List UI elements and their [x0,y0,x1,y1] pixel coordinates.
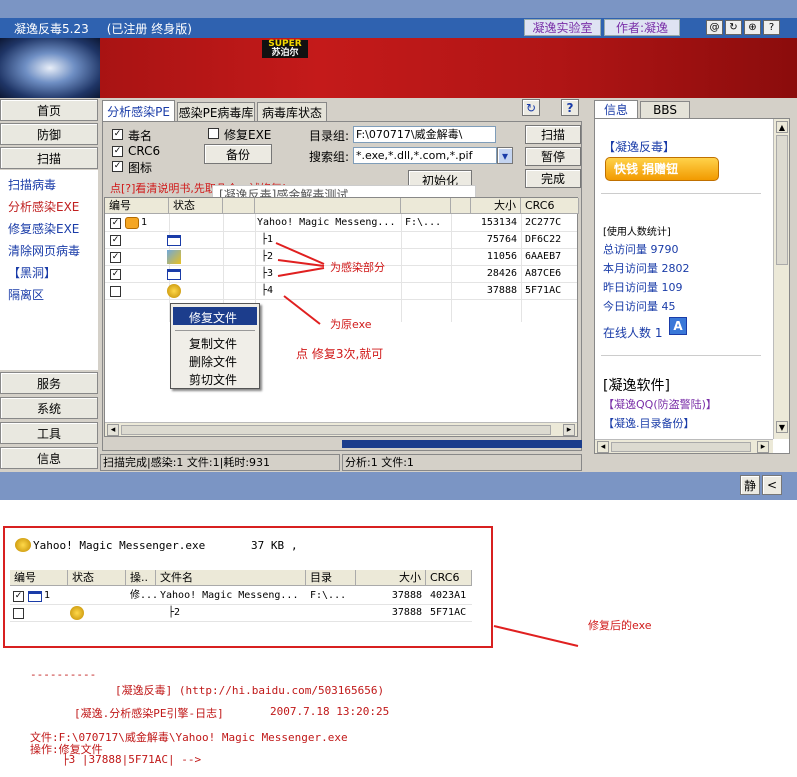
col-header-op[interactable]: 操.. [126,570,156,586]
row-crc: 5F71AC [430,607,467,618]
stat-today-label: 今日访问量 [603,300,658,313]
quiet-button[interactable]: 静 [740,475,760,495]
donate-button[interactable]: 快钱 捐赠钮 [605,157,719,181]
row-name: Yahoo! Magic Messeng... [160,590,299,601]
stat-month-label: 本月访问量 [603,262,658,275]
col-header-num[interactable]: 编号 [10,570,68,586]
author-button[interactable]: 作者:凝逸 [604,19,680,36]
table-row[interactable]: ├2 37888 5F71AC [10,605,472,622]
stat-yesterday-value: 109 [661,281,683,294]
col-header-dir[interactable]: 目录 [306,570,356,586]
log-line5: ├3 |37888|5F71AC| --> [62,753,202,766]
scroll-right-icon[interactable]: ▸ [757,441,769,453]
stat-total-label: 总访问量 [603,243,647,256]
online-label: 在线人数 [603,326,652,340]
row-num: 1 [44,590,51,601]
col-header-crc6[interactable]: CRC6 [426,570,472,586]
annotation-arrow-repaired [493,625,579,647]
row-name: ├2 [168,607,181,618]
collapse-button[interactable]: < [762,475,782,495]
log-dashes: ---------- [30,668,97,681]
scroll-up-icon[interactable]: ▲ [776,121,788,133]
status-left: 扫描完成|感染:1 文件:1|耗时:931 [100,454,340,471]
row-dir: F:\... [310,590,347,601]
help-icon[interactable]: ? [763,20,780,35]
software-item-backup[interactable]: 【凝逸.目录备份】 [603,415,695,431]
repaired-grid[interactable]: 编号 状态 操.. 文件名 目录 大小 CRC6 ✓ 1 修... Yahoo!… [10,570,472,622]
row-checkbox[interactable]: ✓ [13,591,24,602]
at-icon[interactable]: @ [706,20,723,35]
row-crc: 4023A1 [430,590,467,601]
software-item-qq[interactable]: 【凝逸QQ(防盗警陆)】 [603,396,717,412]
scroll-left-icon[interactable]: ◂ [597,441,609,453]
annotation-repaired: 修复后的exe [588,619,652,632]
log-line2a: [凝逸.分析感染PE引擎-日志] [74,707,224,720]
bottom-strip: 静 < [0,472,797,500]
annotation-original: 为原exe [330,318,372,331]
repaired-file-dot: , [291,539,298,552]
repaired-result-box: Yahoo! Magic Messenger.exe 37 KB , 编号 状态… [3,526,493,648]
scroll-down-icon[interactable]: ▼ [776,421,788,433]
annotation-infected: 为感染部分 [330,261,385,274]
messenger-icon [70,606,84,620]
stats-title: [使用人数统计] [603,227,671,238]
stat-total-value: 9790 [650,243,679,256]
software-heading: [凝逸软件] [603,378,670,394]
row-size: 37888 [391,590,422,601]
refresh-icon[interactable]: ↻ [725,20,742,35]
info-vscrollbar[interactable]: ▲ ▼ [773,119,789,439]
scroll-thumb[interactable] [776,135,788,265]
messenger-icon [15,538,31,552]
app-window: 凝逸反毒5.23 (已注册 终身版) 凝逸实验室 作者:凝逸 @ ↻ ⊕ ? S… [0,0,797,500]
repaired-file-title: Yahoo! Magic Messenger.exe [33,539,206,552]
row-op: 修... [130,590,159,601]
online-value: 1 [654,326,663,340]
info-hscrollbar[interactable]: ◂ ▸ [595,439,773,453]
stats-badge-icon[interactable]: A [669,317,687,335]
stat-today-value: 45 [661,300,676,313]
window-icon [28,591,42,602]
repaired-file-size: 37 KB [251,539,285,552]
tab-info[interactable]: 信息 [594,100,638,118]
status-right: 分析:1 文件:1 [342,454,582,471]
col-header-name[interactable]: 文件名 [156,570,306,586]
annotation-repair-tip: 点 修复3次,就可 [296,347,384,361]
pin-icon[interactable]: ⊕ [744,20,761,35]
row-size: 37888 [391,607,422,618]
tab-bbs[interactable]: BBS [640,101,690,118]
row-checkbox[interactable] [13,608,24,619]
stat-month-value: 2802 [661,262,690,275]
info-title[interactable]: 【凝逸反毒】 [603,138,675,155]
stat-yesterday-label: 昨日访问量 [603,281,658,294]
scroll-thumb[interactable] [611,442,751,452]
info-panel: 【凝逸反毒】 快钱 捐赠钮 [使用人数统计] 总访问量 9790 本月访问量 2… [594,118,790,454]
log-line2b: 2007.7.18 13:20:25 [270,705,390,718]
annotation-arrows [275,242,325,325]
col-header-status[interactable]: 状态 [68,570,126,586]
log-line1: [凝逸反毒] (http://hi.baidu.com/503165656) [115,684,385,697]
col-header-size[interactable]: 大小 [356,570,426,586]
table-row[interactable]: ✓ 1 修... Yahoo! Magic Messeng... F:\... … [10,588,472,605]
